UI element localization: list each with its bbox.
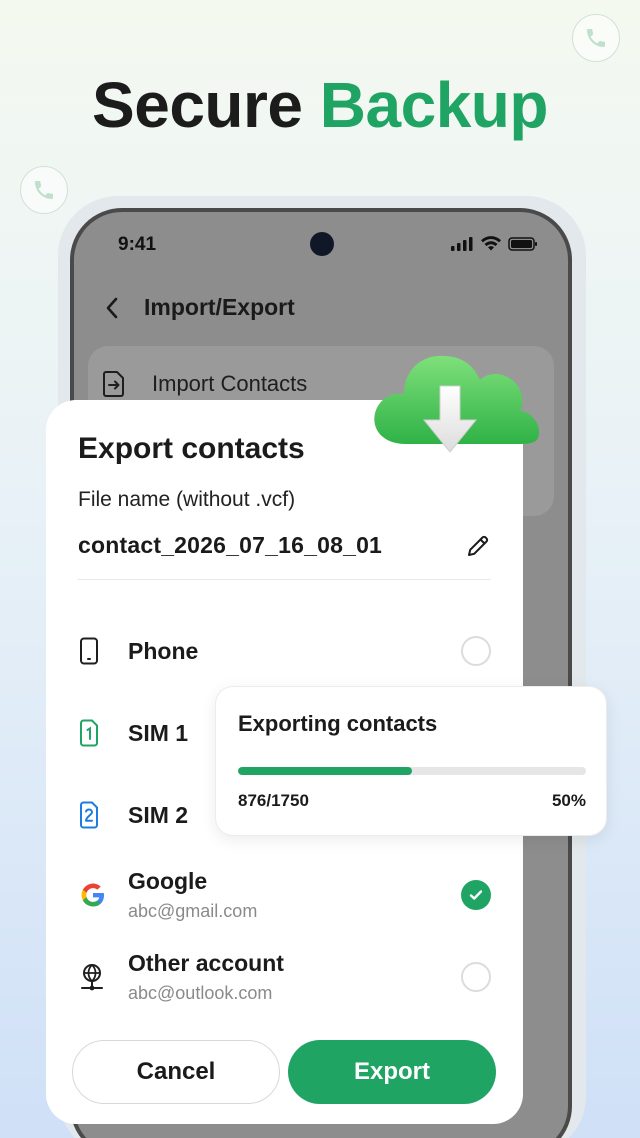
progress-percent: 50% bbox=[551, 791, 586, 810]
phone-device-icon bbox=[78, 636, 108, 666]
file-name-value[interactable]: contact_2026_07_16_08_01 bbox=[78, 532, 382, 559]
radio-other-account[interactable] bbox=[461, 962, 491, 992]
progress-title: Exporting contacts bbox=[238, 711, 438, 736]
headline-word-backup: Backup bbox=[319, 69, 549, 141]
camera-punch-hole bbox=[310, 232, 334, 256]
phone-icon bbox=[35, 181, 53, 199]
export-button[interactable]: Export bbox=[288, 1040, 496, 1104]
headline-word-secure: Secure bbox=[92, 69, 303, 141]
checkmark-icon bbox=[469, 890, 483, 900]
option-name: SIM 1 bbox=[128, 719, 189, 746]
sim-1-icon bbox=[78, 718, 108, 748]
sim-2-icon bbox=[78, 800, 108, 830]
import-file-icon bbox=[103, 371, 124, 397]
status-time: 9:41 bbox=[118, 234, 157, 255]
option-other-account[interactable]: Other account abc@outlook.com bbox=[78, 950, 491, 1004]
cancel-button[interactable]: Cancel bbox=[72, 1040, 280, 1104]
progress-count: 876/1750 bbox=[238, 791, 309, 810]
option-name: Other account bbox=[128, 950, 284, 976]
screen-title: Import/Export bbox=[144, 294, 295, 320]
option-subtitle: abc@outlook.com bbox=[128, 983, 273, 1003]
menu-item-import-contacts[interactable]: Import Contacts bbox=[102, 370, 307, 398]
battery-icon bbox=[508, 237, 537, 251]
option-google[interactable]: Google abc@gmail.com bbox=[78, 868, 491, 922]
menu-item-label: Import Contacts bbox=[152, 371, 308, 396]
progress-meta: 876/1750 50% bbox=[238, 791, 586, 811]
pencil-edit-icon[interactable] bbox=[465, 533, 491, 559]
status-icons bbox=[450, 236, 538, 252]
chevron-left-icon[interactable] bbox=[104, 296, 120, 320]
progress-fill bbox=[238, 767, 412, 775]
progress-bar bbox=[238, 767, 586, 775]
option-subtitle: abc@gmail.com bbox=[128, 901, 258, 921]
radio-google-checked[interactable] bbox=[461, 880, 491, 910]
screen-header: Import/Export bbox=[104, 294, 295, 321]
option-name: Phone bbox=[128, 637, 199, 664]
option-phone[interactable]: Phone bbox=[78, 636, 491, 666]
cloud-download-icon bbox=[374, 355, 540, 453]
floating-phone-icon-top bbox=[572, 14, 620, 62]
google-icon bbox=[78, 880, 108, 910]
phone-icon bbox=[587, 29, 605, 47]
headline: Secure Backup bbox=[0, 68, 640, 142]
globe-account-icon bbox=[78, 962, 108, 992]
floating-phone-icon-left bbox=[20, 166, 68, 214]
radio-phone[interactable] bbox=[461, 636, 491, 666]
file-name-field[interactable]: contact_2026_07_16_08_01 bbox=[78, 532, 491, 580]
file-name-label: File name (without .vcf) bbox=[78, 488, 296, 511]
wifi-icon bbox=[481, 236, 501, 251]
export-progress-card: Exporting contacts 876/1750 50% bbox=[215, 686, 607, 836]
option-name: SIM 2 bbox=[128, 801, 189, 828]
signal-icon bbox=[451, 237, 473, 251]
option-name: Google bbox=[128, 868, 208, 894]
